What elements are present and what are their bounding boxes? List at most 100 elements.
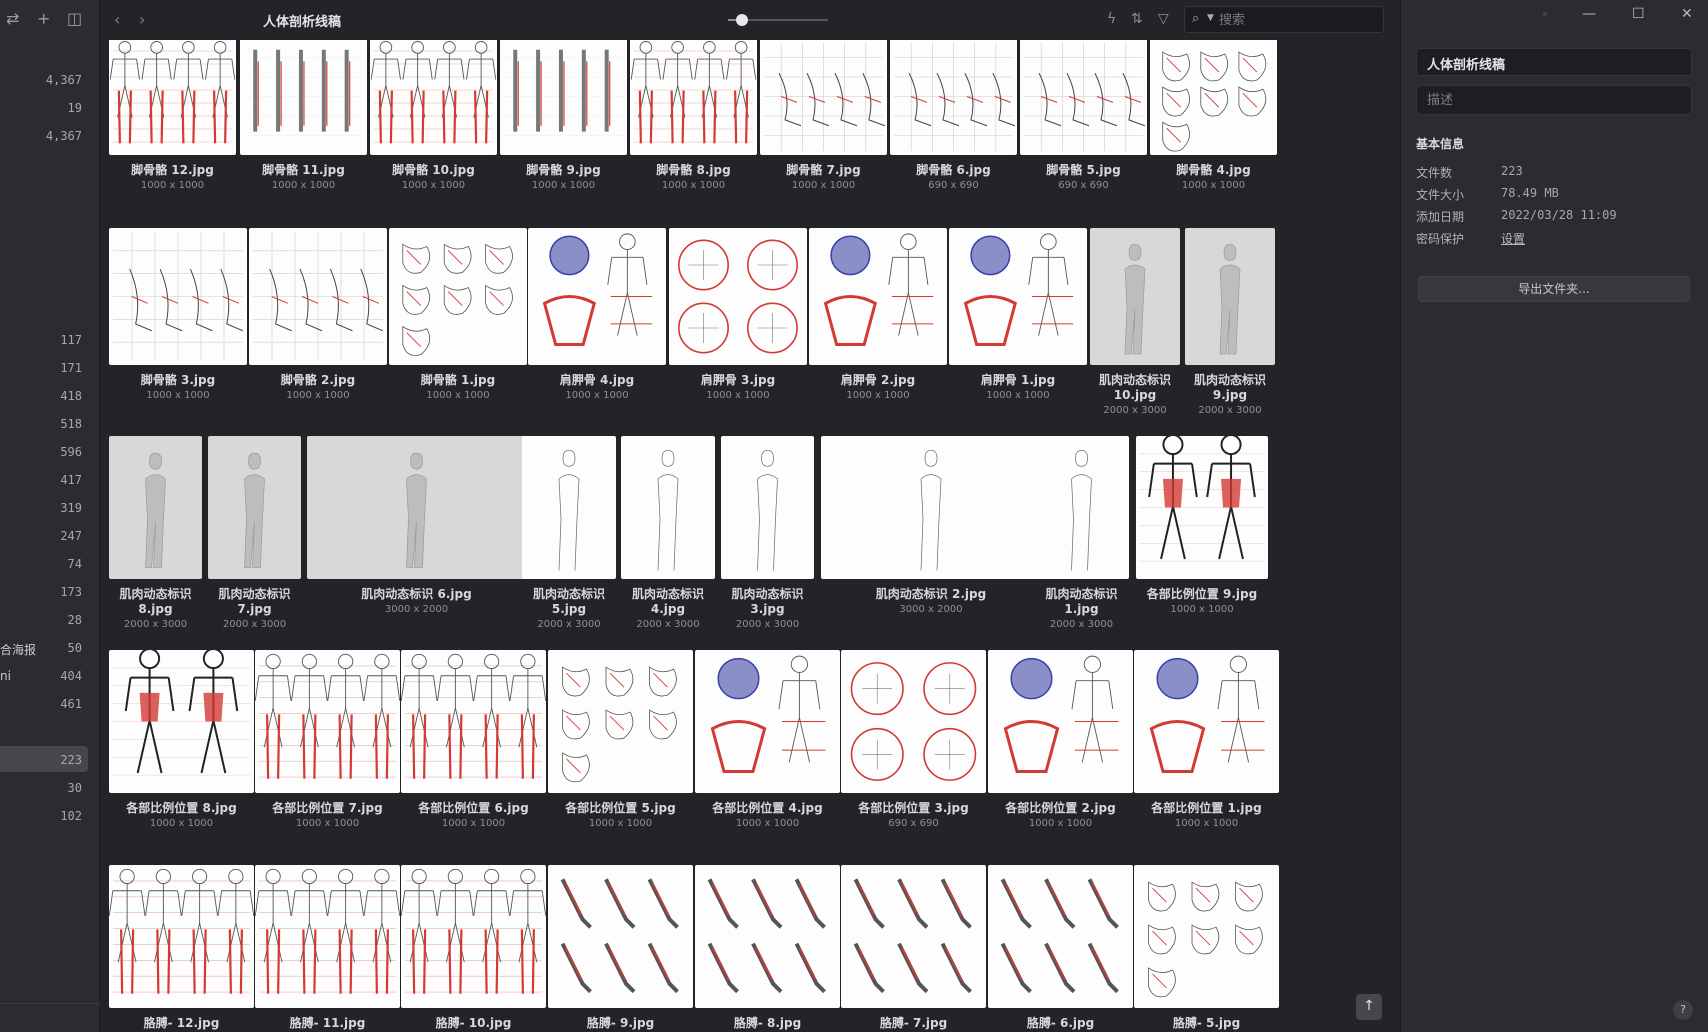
back-button[interactable]: ‹ [114,10,120,29]
asset-thumbnail[interactable] [370,40,497,155]
asset-thumbnail[interactable] [1136,436,1268,579]
asset-name: 肌肉动态标识 8.jpg [119,587,192,616]
info-key-date-added: 添加日期 [1416,210,1465,224]
asset-thumbnail[interactable] [500,40,627,155]
asset-dimensions: 2000 x 3000 [636,619,700,630]
asset-thumbnail[interactable] [109,40,236,155]
zoom-slider[interactable] [728,14,828,26]
asset-thumbnail[interactable] [760,40,887,155]
chevron-down-icon[interactable]: ▼ [1207,13,1214,23]
search-input[interactable] [1219,10,1379,30]
asset-name: 胳膊- 11.jpg [289,1016,366,1030]
asset-dimensions: 690 x 690 [1058,180,1109,191]
asset-thumbnail[interactable] [389,228,527,365]
sidebar-item-count: 4,367 [45,73,82,87]
asset-dimensions: 1000 x 1000 [146,390,210,401]
sidebar-item-count: 117 [60,333,82,347]
asset-thumbnail[interactable] [548,865,693,1008]
asset-thumbnail[interactable] [1020,40,1147,155]
asset-name: 肌肉动态标识 7.jpg [218,587,291,616]
maximize-icon[interactable]: ☐ [1632,6,1645,22]
asset-thumbnail[interactable] [109,650,254,793]
asset-dimensions: 1000 x 1000 [140,180,205,191]
info-value-file-count: 223 [1501,164,1523,178]
password-set-link[interactable]: 设置 [1501,230,1525,247]
zoom-slider-thumb[interactable] [736,14,748,26]
asset-name: 胳膊- 9.jpg [586,1016,655,1030]
sidebar-item-label[interactable]: ni [0,669,11,683]
sidebar-item-count: 418 [60,389,82,403]
asset-thumbnail[interactable] [721,436,814,579]
plus-icon[interactable]: + [37,10,50,28]
asset-thumbnail[interactable] [1185,228,1275,365]
asset-dimensions: 1000 x 1000 [531,180,596,191]
asset-thumbnail[interactable] [307,436,526,579]
asset-dimensions: 1000 x 1000 [1028,818,1093,829]
asset-name: 脚骨骼 8.jpg [656,163,731,177]
close-icon[interactable]: ✕ [1681,6,1693,22]
asset-thumbnail[interactable] [988,865,1133,1008]
folder-name-field[interactable]: 人体剖析线稿 [1416,48,1692,76]
asset-thumbnail[interactable] [1090,228,1180,365]
sidebar-item-count: 319 [60,501,82,515]
sidebar-item-label[interactable]: 合海报 [0,641,36,658]
asset-name: 胳膊- 6.jpg [1026,1016,1095,1030]
search-icon[interactable]: ⌕ [1192,11,1199,26]
panel-icon[interactable]: ◫ [67,10,82,28]
asset-thumbnail[interactable] [809,228,947,365]
asset-thumbnail[interactable] [109,436,202,579]
asset-thumbnail[interactable] [240,40,367,155]
asset-thumbnail[interactable] [255,650,400,793]
forward-button[interactable]: › [139,10,145,29]
asset-thumbnail[interactable] [249,228,387,365]
sidebar-item-count: 171 [60,361,82,375]
scroll-to-top-button[interactable]: ↑ [1356,994,1382,1020]
asset-thumbnail[interactable] [522,436,616,579]
description-field[interactable] [1416,85,1692,115]
asset-thumbnail[interactable] [401,865,546,1008]
asset-thumbnail[interactable] [695,865,840,1008]
asset-thumbnail[interactable] [821,436,1041,579]
help-button[interactable]: ? [1673,1000,1693,1020]
asset-thumbnail[interactable] [1134,650,1279,793]
asset-thumbnail[interactable] [669,228,807,365]
asset-thumbnail[interactable] [109,865,254,1008]
asset-thumbnail[interactable] [1150,40,1277,155]
asset-dimensions: 3000 x 2000 [899,604,963,615]
asset-thumbnail[interactable] [841,865,986,1008]
info-value-date-added: 2022/03/28 11:09 [1501,208,1617,222]
asset-name: 各部比例位置 2.jpg [1005,801,1116,815]
asset-thumbnail[interactable] [208,436,301,579]
pin-icon[interactable]: ⌅ [1541,8,1549,19]
asset-thumbnail[interactable] [1034,436,1129,579]
asset-thumbnail[interactable] [109,228,247,365]
asset-name: 肌肉动态标识 10.jpg [1098,373,1171,402]
asset-name: 各部比例位置 5.jpg [565,801,676,815]
asset-dimensions: 2000 x 3000 [735,619,800,630]
swap-icon[interactable]: ⇄ [6,10,19,28]
asset-name: 脚骨骼 11.jpg [262,163,345,177]
asset-thumbnail[interactable] [621,436,715,579]
asset-thumbnail[interactable] [890,40,1017,155]
minimize-icon[interactable]: — [1582,6,1596,22]
asset-name: 胳膊- 12.jpg [143,1016,220,1030]
asset-thumbnail[interactable] [841,650,986,793]
lightning-icon[interactable]: ϟ [1107,11,1116,27]
asset-thumbnail[interactable] [695,650,840,793]
asset-thumbnail[interactable] [630,40,757,155]
asset-name: 各部比例位置 6.jpg [418,801,529,815]
asset-thumbnail[interactable] [528,228,666,365]
filter-icon[interactable]: ▽ [1158,11,1169,27]
asset-thumbnail[interactable] [401,650,546,793]
search-box[interactable]: ⌕ ▼ [1184,6,1384,33]
asset-thumbnail[interactable] [949,228,1087,365]
sort-icon[interactable]: ⇅ [1131,11,1143,27]
asset-thumbnail[interactable] [988,650,1133,793]
info-key-password: 密码保护 [1416,232,1465,246]
asset-dimensions: 1000 x 1000 [986,390,1050,401]
asset-thumbnail[interactable] [548,650,693,793]
sidebar-item-count: 102 [60,809,82,823]
asset-thumbnail[interactable] [255,865,400,1008]
asset-thumbnail[interactable] [1134,865,1279,1008]
export-folder-button[interactable]: 导出文件夹... [1418,276,1690,302]
